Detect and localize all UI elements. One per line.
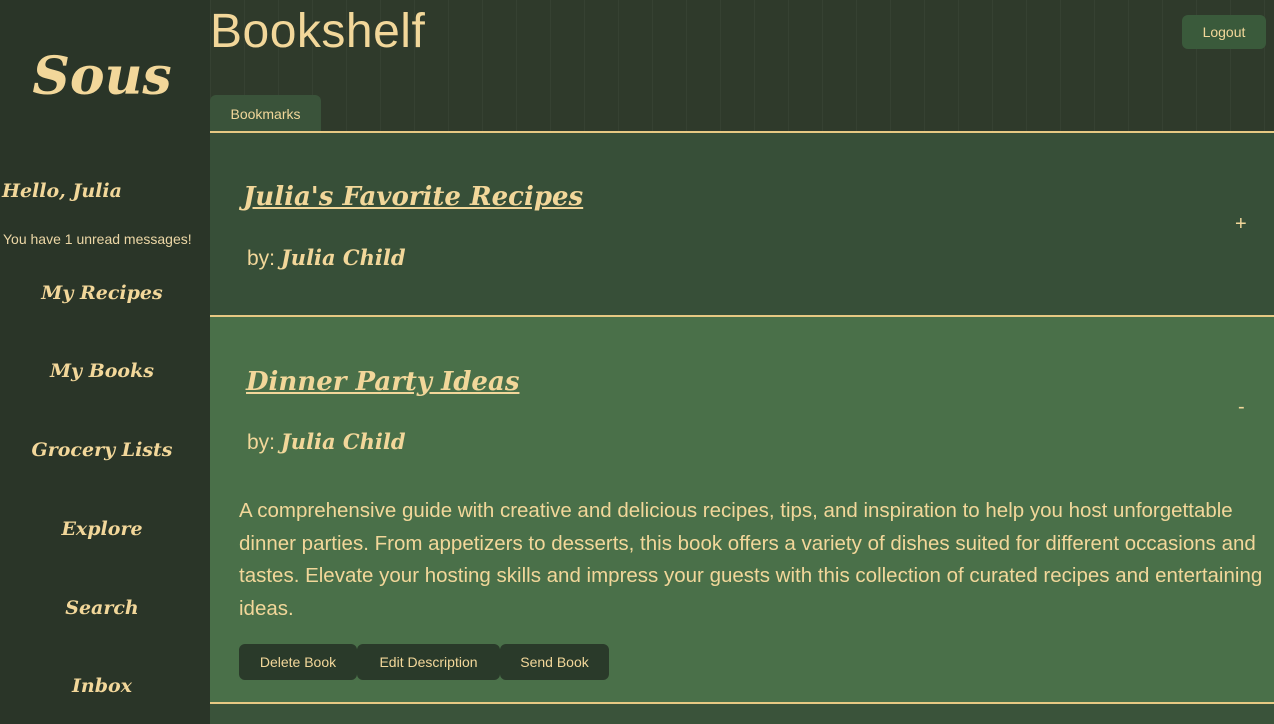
book-byline: by: Julia Child xyxy=(247,245,406,271)
nav-inbox[interactable]: Inbox xyxy=(0,675,204,697)
book-description: A comprehensive guide with creative and … xyxy=(239,499,1263,620)
nav-search[interactable]: Search xyxy=(0,597,204,619)
book-author: Julia Child xyxy=(280,429,406,454)
send-book-button[interactable]: Send Book xyxy=(500,644,609,680)
book-card-expanded: Dinner Party Ideas by: Julia Child - A c… xyxy=(210,317,1274,702)
nav-my-books[interactable]: My Books xyxy=(0,360,204,382)
nav-grocery-lists[interactable]: Grocery Lists xyxy=(0,439,204,461)
tab-bookmarks[interactable]: Bookmarks xyxy=(210,95,321,131)
page-title: Bookshelf xyxy=(210,5,426,58)
header: Bookshelf Logout Bookmarks xyxy=(210,0,1274,131)
nav-explore[interactable]: Explore xyxy=(0,518,204,540)
book-title-link[interactable]: Dinner Party Ideas xyxy=(246,367,519,397)
expand-toggle-button[interactable]: + xyxy=(1235,213,1247,236)
delete-book-button[interactable]: Delete Book xyxy=(239,644,357,680)
book-card: Julia's Favorite Recipes by: Julia Child… xyxy=(210,133,1274,315)
byline-prefix: by: xyxy=(247,247,276,270)
unread-messages-notice: You have 1 unread messages! xyxy=(3,231,192,247)
brand-logo[interactable]: Sous xyxy=(0,46,204,108)
collapse-toggle-button[interactable]: - xyxy=(1238,396,1245,419)
sidebar: Sous Hello, Julia You have 1 unread mess… xyxy=(0,0,210,724)
book-card-partial xyxy=(210,704,1274,724)
byline-prefix: by: xyxy=(247,431,276,454)
greeting: Hello, Julia xyxy=(2,180,122,202)
book-author: Julia Child xyxy=(280,245,406,270)
book-title-link[interactable]: Julia's Favorite Recipes xyxy=(243,182,583,212)
nav-my-recipes[interactable]: My Recipes xyxy=(0,282,204,304)
logout-button[interactable]: Logout xyxy=(1182,15,1266,49)
edit-description-button[interactable]: Edit Description xyxy=(357,644,500,680)
book-byline: by: Julia Child xyxy=(247,429,406,455)
